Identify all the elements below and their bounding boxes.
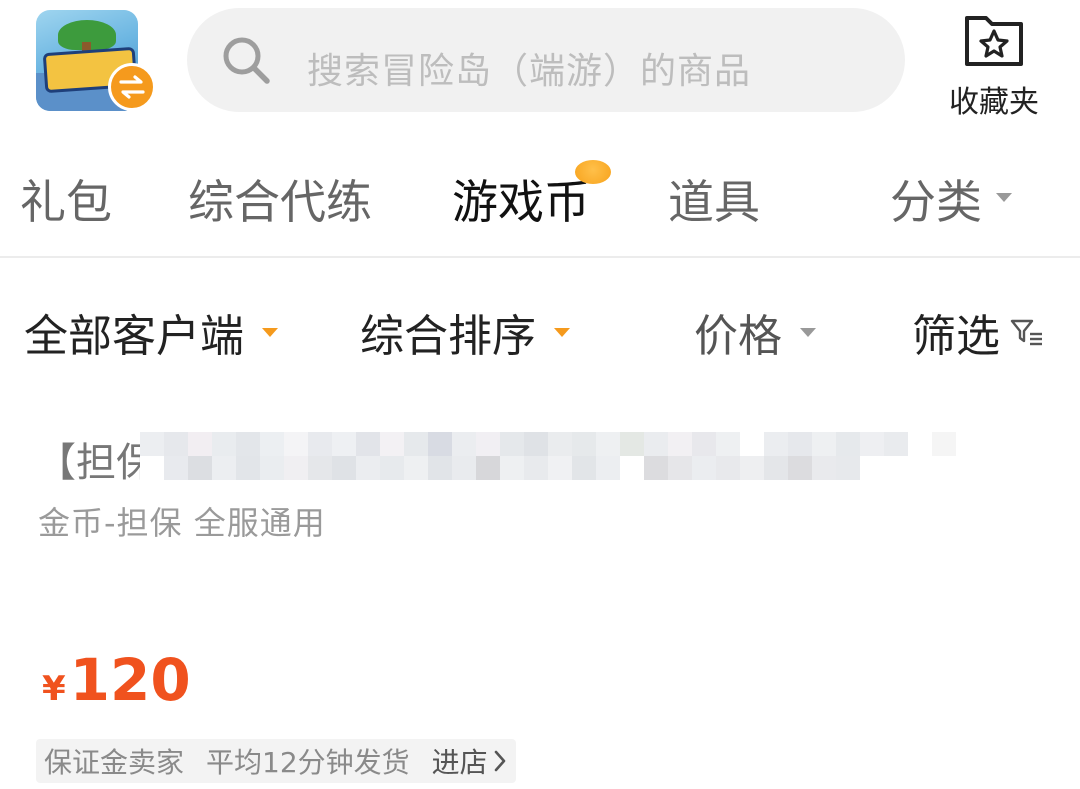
divider (0, 256, 1080, 258)
price-amount: 120 (69, 646, 191, 714)
tab-gift-pack[interactable]: 礼包 (20, 166, 112, 232)
redacted-title-blur (140, 432, 1010, 480)
listing-title: 【担保 (36, 440, 156, 486)
active-tab-indicator (575, 160, 611, 184)
price: ¥120 (42, 646, 191, 714)
currency-symbol: ¥ (42, 669, 66, 709)
folder-star-icon (965, 16, 1023, 66)
search-bar[interactable]: 搜索冒险岛（端游）的商品 (187, 8, 905, 112)
price-filter[interactable]: 价格 (694, 300, 816, 364)
listing-subtitle: 金币-担保 全服通用 (38, 504, 326, 542)
delivery-time: 平均12分钟发货 (206, 746, 410, 779)
sort-filter[interactable]: 综合排序 (360, 300, 570, 364)
screen-filter[interactable]: 筛选 (912, 300, 1044, 364)
seller-info-tag: 保证金卖家 平均12分钟发货 进店 (36, 739, 516, 783)
chevron-down-icon (554, 327, 570, 337)
funnel-icon (1010, 319, 1042, 346)
switch-game-icon[interactable] (108, 63, 156, 111)
product-listing[interactable]: 【担保 金币-担保 全服通用 ¥120 保证金卖家 平均12分钟发货 进店 (0, 400, 1080, 789)
seller-badge: 保证金卖家 (44, 746, 185, 779)
sort-filter-label: 综合排序 (360, 311, 536, 362)
client-filter-label: 全部客户端 (24, 311, 244, 362)
search-icon (223, 37, 270, 84)
chevron-down-icon (996, 193, 1012, 202)
tab-categories[interactable]: 分类 (890, 166, 1012, 232)
client-filter[interactable]: 全部客户端 (24, 300, 278, 364)
favorites-label: 收藏夹 (949, 85, 1039, 120)
price-filter-label: 价格 (694, 311, 782, 362)
chevron-right-icon (494, 750, 505, 772)
enter-shop-label: 进店 (431, 746, 488, 779)
category-tabs: 礼包 综合代练 游戏币 道具 分类 (0, 150, 1080, 256)
enter-shop-link[interactable]: 进店 (432, 741, 508, 781)
screen-filter-label: 筛选 (912, 311, 1000, 362)
chevron-down-icon (262, 327, 278, 337)
search-placeholder: 搜索冒险岛（端游）的商品 (307, 51, 752, 92)
chevron-down-icon (800, 327, 816, 337)
favorites-button[interactable]: 收藏夹 (946, 12, 1040, 120)
tab-categories-label: 分类 (890, 175, 982, 229)
tab-game-currency[interactable]: 游戏币 (452, 166, 590, 232)
tab-items[interactable]: 道具 (668, 166, 760, 232)
tab-power-leveling[interactable]: 综合代练 (188, 166, 372, 232)
